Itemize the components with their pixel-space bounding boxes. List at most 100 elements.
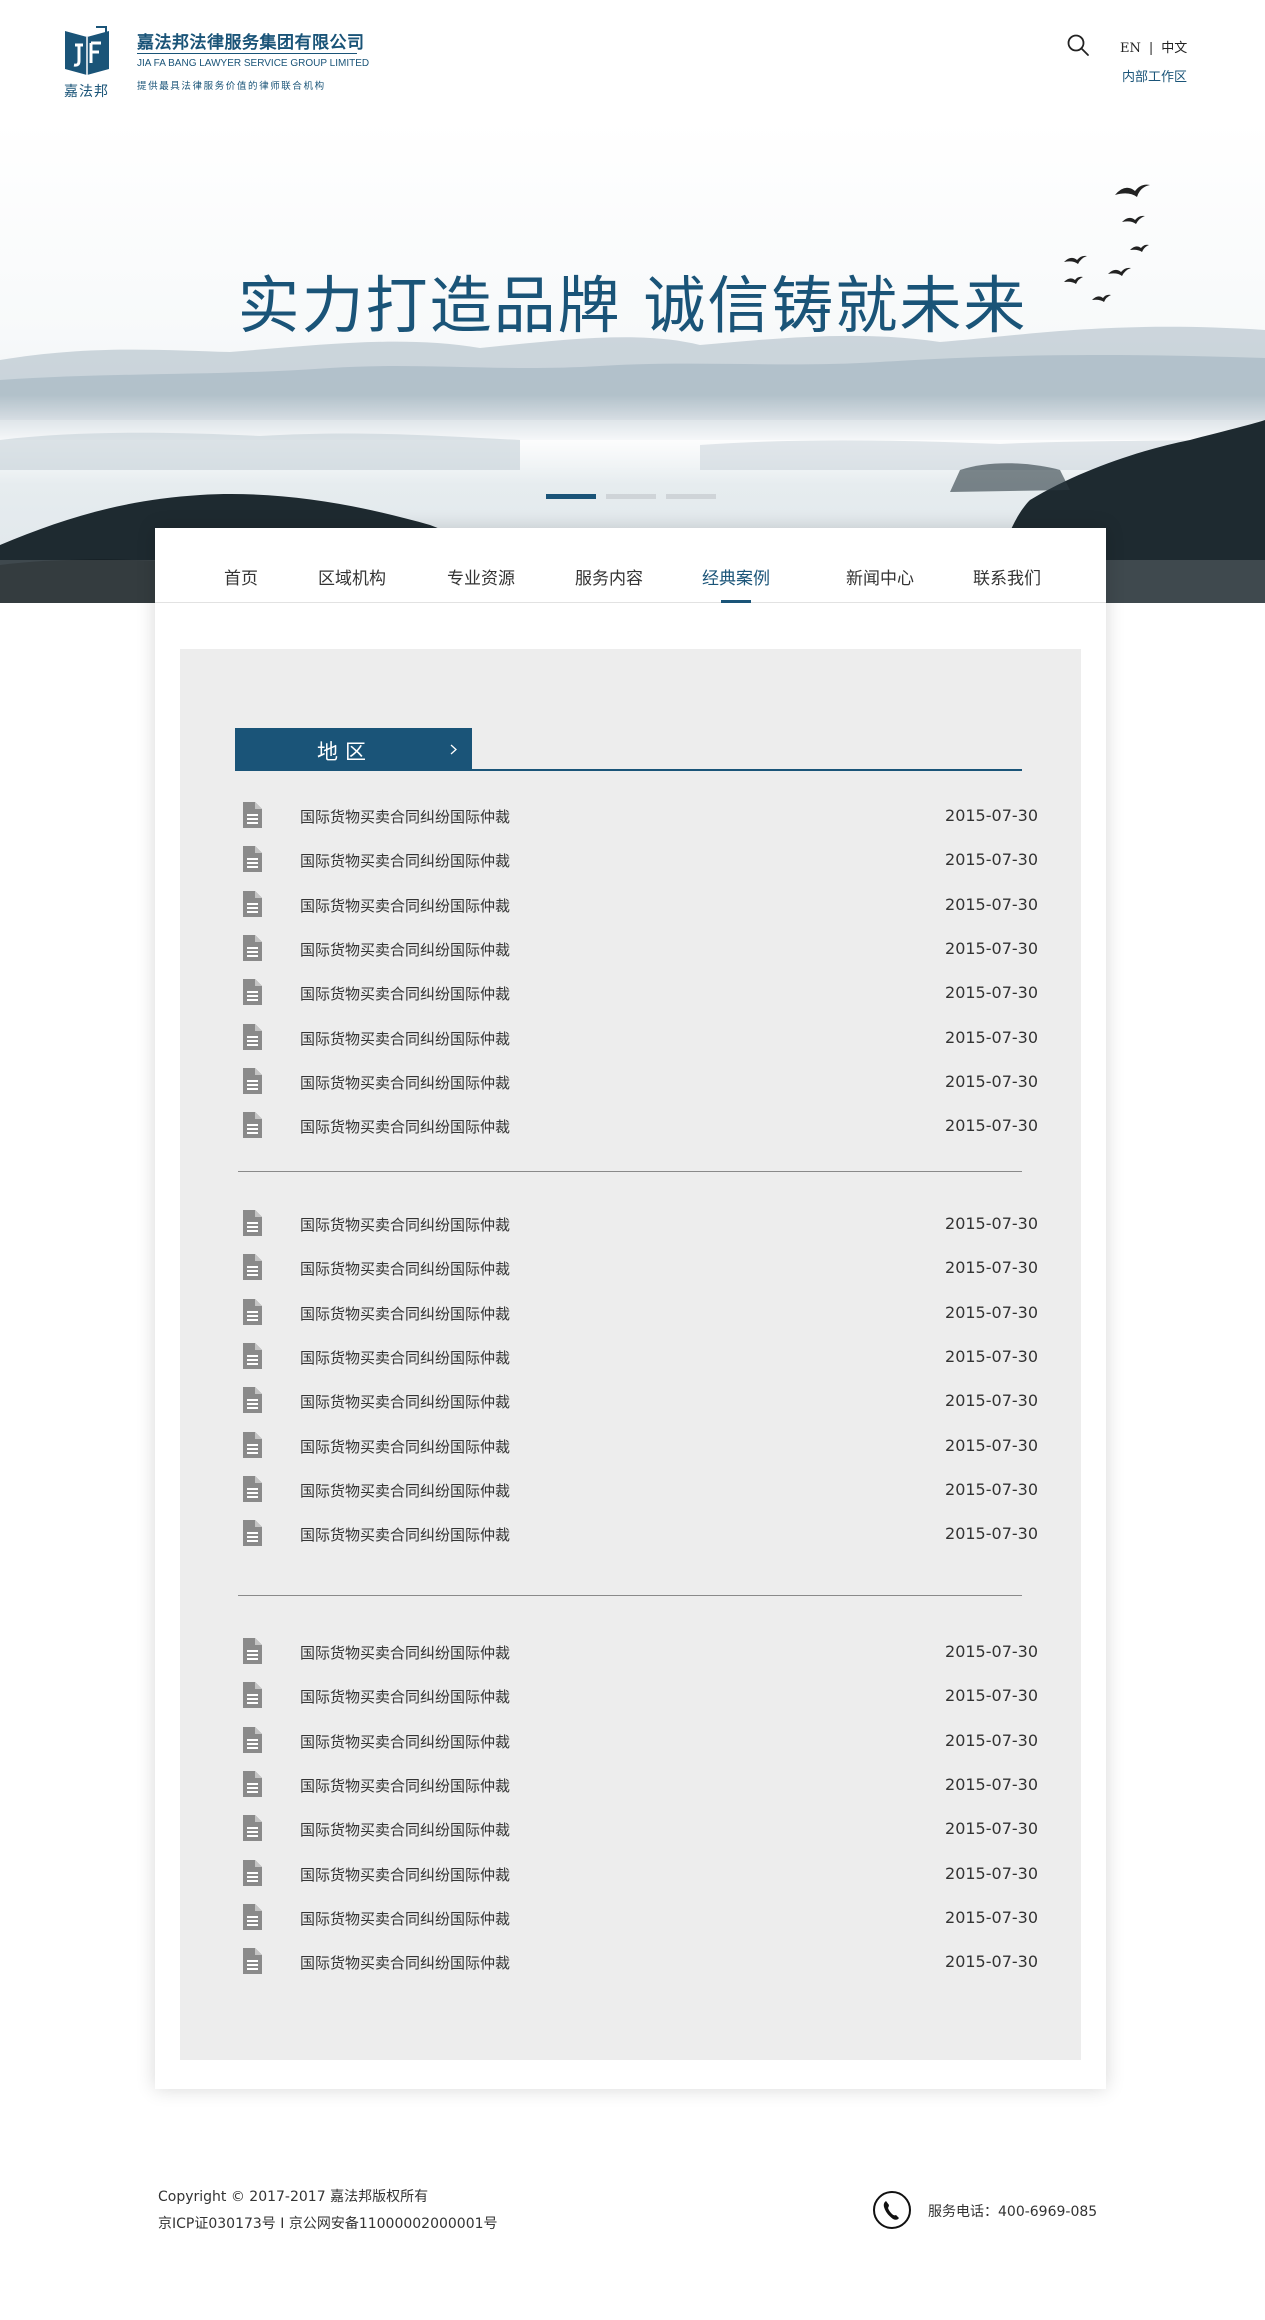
document-icon xyxy=(243,1299,262,1325)
case-list-item[interactable]: 国际货物买卖合同纠纷国际仲裁 2015-07-30 xyxy=(238,935,1038,965)
lang-en-link[interactable]: EN xyxy=(1120,41,1141,56)
case-date: 2015-07-30 xyxy=(945,1072,1038,1091)
document-icon xyxy=(243,1024,262,1050)
document-icon xyxy=(243,802,262,828)
case-title: 国际货物买卖合同纠纷国际仲裁 xyxy=(300,1777,511,1795)
case-date: 2015-07-30 xyxy=(945,1480,1038,1499)
case-list-item[interactable]: 国际货物买卖合同纠纷国际仲裁 2015-07-30 xyxy=(238,1112,1038,1142)
case-list-item[interactable]: 国际货物买卖合同纠纷国际仲裁 2015-07-30 xyxy=(238,1638,1038,1668)
case-date: 2015-07-30 xyxy=(945,1819,1038,1838)
document-icon xyxy=(243,1638,262,1664)
case-list-item[interactable]: 国际货物买卖合同纠纷国际仲裁 2015-07-30 xyxy=(238,1299,1038,1329)
lang-cn-link[interactable]: 中文 xyxy=(1161,41,1187,56)
case-list-item[interactable]: 国际货物买卖合同纠纷国际仲裁 2015-07-30 xyxy=(238,1520,1038,1550)
case-list-item[interactable]: 国际货物买卖合同纠纷国际仲裁 2015-07-30 xyxy=(238,1068,1038,1098)
case-date: 2015-07-30 xyxy=(945,1347,1038,1366)
nav-item-resources[interactable]: 专业资源 xyxy=(447,564,515,589)
slider-dot-1[interactable] xyxy=(546,494,596,499)
case-title: 国际货物买卖合同纠纷国际仲裁 xyxy=(300,1074,511,1092)
logo-divider xyxy=(137,53,357,54)
case-list-item[interactable]: 国际货物买卖合同纠纷国际仲裁 2015-07-30 xyxy=(238,846,1038,876)
case-date: 2015-07-30 xyxy=(945,1686,1038,1705)
case-date: 2015-07-30 xyxy=(945,1303,1038,1322)
phone-icon xyxy=(873,2191,911,2229)
case-list-item[interactable]: 国际货物买卖合同纠纷国际仲裁 2015-07-30 xyxy=(238,1343,1038,1373)
slider-dots xyxy=(546,494,716,499)
case-date: 2015-07-30 xyxy=(945,1391,1038,1410)
case-title: 国际货物买卖合同纠纷国际仲裁 xyxy=(300,1216,511,1234)
case-list-item[interactable]: 国际货物买卖合同纠纷国际仲裁 2015-07-30 xyxy=(238,1948,1038,1978)
case-date: 2015-07-30 xyxy=(945,1864,1038,1883)
case-title: 国际货物买卖合同纠纷国际仲裁 xyxy=(300,1438,511,1456)
case-list-item[interactable]: 国际货物买卖合同纠纷国际仲裁 2015-07-30 xyxy=(238,1210,1038,1240)
case-list-item[interactable]: 国际货物买卖合同纠纷国际仲裁 2015-07-30 xyxy=(238,1860,1038,1890)
language-switcher: EN | 中文 xyxy=(1120,37,1187,56)
lang-separator: | xyxy=(1148,41,1154,56)
slider-dot-2[interactable] xyxy=(606,494,656,499)
document-icon xyxy=(243,1771,262,1797)
document-icon xyxy=(243,1387,262,1413)
case-title: 国际货物买卖合同纠纷国际仲裁 xyxy=(300,985,511,1003)
nav-item-home[interactable]: 首页 xyxy=(224,564,258,589)
slider-dot-3[interactable] xyxy=(666,494,716,499)
case-date: 2015-07-30 xyxy=(945,850,1038,869)
document-icon xyxy=(243,1432,262,1458)
document-icon xyxy=(243,1068,262,1094)
case-list-item[interactable]: 国际货物买卖合同纠纷国际仲裁 2015-07-30 xyxy=(238,1476,1038,1506)
nav-item-regional[interactable]: 区域机构 xyxy=(318,564,386,589)
nav-item-news[interactable]: 新闻中心 xyxy=(846,564,914,589)
site-footer: Copyright © 2017-2017 嘉法邦版权所有 京ICP证03017… xyxy=(0,2150,1265,2320)
case-list-item[interactable]: 国际货物买卖合同纠纷国际仲裁 2015-07-30 xyxy=(238,1432,1038,1462)
case-date: 2015-07-30 xyxy=(945,1524,1038,1543)
case-title: 国际货物买卖合同纠纷国际仲裁 xyxy=(300,852,511,870)
case-list-item[interactable]: 国际货物买卖合同纠纷国际仲裁 2015-07-30 xyxy=(238,1771,1038,1801)
case-date: 2015-07-30 xyxy=(945,1731,1038,1750)
document-icon xyxy=(243,1682,262,1708)
case-title: 国际货物买卖合同纠纷国际仲裁 xyxy=(300,1118,511,1136)
case-list-item[interactable]: 国际货物买卖合同纠纷国际仲裁 2015-07-30 xyxy=(238,1254,1038,1284)
document-icon xyxy=(243,891,262,917)
document-icon xyxy=(243,1210,262,1236)
case-list-panel: 地区 国际货物买卖合同纠纷国际仲裁 2015-07-30 国际货物买卖合同纠纷国际仲… xyxy=(180,649,1081,2060)
case-list-item[interactable]: 国际货物买卖合同纠纷国际仲裁 2015-07-30 xyxy=(238,1387,1038,1417)
case-list-item[interactable]: 国际货物买卖合同纠纷国际仲裁 2015-07-30 xyxy=(238,891,1038,921)
case-title: 国际货物买卖合同纠纷国际仲裁 xyxy=(300,1910,511,1928)
section-underline xyxy=(472,769,1022,771)
case-title: 国际货物买卖合同纠纷国际仲裁 xyxy=(300,941,511,959)
case-list-item[interactable]: 国际货物买卖合同纠纷国际仲裁 2015-07-30 xyxy=(238,1904,1038,1934)
search-icon[interactable] xyxy=(1066,33,1090,57)
company-name-cn: 嘉法邦法律服务集团有限公司 xyxy=(137,33,365,53)
case-date: 2015-07-30 xyxy=(945,1116,1038,1135)
case-list-item[interactable]: 国际货物买卖合同纠纷国际仲裁 2015-07-30 xyxy=(238,1815,1038,1845)
document-icon xyxy=(243,979,262,1005)
nav-item-cases[interactable]: 经典案例 xyxy=(702,564,770,589)
case-title: 国际货物买卖合同纠纷国际仲裁 xyxy=(300,1482,511,1500)
case-list-item[interactable]: 国际货物买卖合同纠纷国际仲裁 2015-07-30 xyxy=(238,979,1038,1009)
case-title: 国际货物买卖合同纠纷国际仲裁 xyxy=(300,1393,511,1411)
document-icon xyxy=(243,1343,262,1369)
case-list-item[interactable]: 国际货物买卖合同纠纷国际仲裁 2015-07-30 xyxy=(238,1024,1038,1054)
case-title: 国际货物买卖合同纠纷国际仲裁 xyxy=(300,897,511,915)
case-list-item[interactable]: 国际货物买卖合同纠纷国际仲裁 2015-07-30 xyxy=(238,1682,1038,1712)
case-title: 国际货物买卖合同纠纷国际仲裁 xyxy=(300,1866,511,1884)
internal-work-area-link[interactable]: 内部工作区 xyxy=(1122,66,1187,85)
case-list-item[interactable]: 国际货物买卖合同纠纷国际仲裁 2015-07-30 xyxy=(238,802,1038,832)
group-divider xyxy=(238,1171,1022,1172)
case-date: 2015-07-30 xyxy=(945,806,1038,825)
logo-mark-icon xyxy=(65,26,109,75)
case-list-item[interactable]: 国际货物买卖合同纠纷国际仲裁 2015-07-30 xyxy=(238,1727,1038,1757)
main-nav: 首页 区域机构 专业资源 服务内容 经典案例 新闻中心 联系我们 xyxy=(155,528,1106,603)
region-tab-label: 地区 xyxy=(317,740,373,764)
case-date: 2015-07-30 xyxy=(945,1436,1038,1455)
nav-item-contact[interactable]: 联系我们 xyxy=(973,564,1041,589)
case-title: 国际货物买卖合同纠纷国际仲裁 xyxy=(300,1526,511,1544)
case-title: 国际货物买卖合同纠纷国际仲裁 xyxy=(300,1733,511,1751)
case-date: 2015-07-30 xyxy=(945,939,1038,958)
group-divider xyxy=(238,1595,1022,1596)
case-title: 国际货物买卖合同纠纷国际仲裁 xyxy=(300,1305,511,1323)
region-filter-tab[interactable]: 地区 xyxy=(235,728,472,771)
document-icon xyxy=(243,1948,262,1974)
case-title: 国际货物买卖合同纠纷国际仲裁 xyxy=(300,1954,511,1972)
case-title: 国际货物买卖合同纠纷国际仲裁 xyxy=(300,1644,511,1662)
nav-item-services[interactable]: 服务内容 xyxy=(575,564,643,589)
